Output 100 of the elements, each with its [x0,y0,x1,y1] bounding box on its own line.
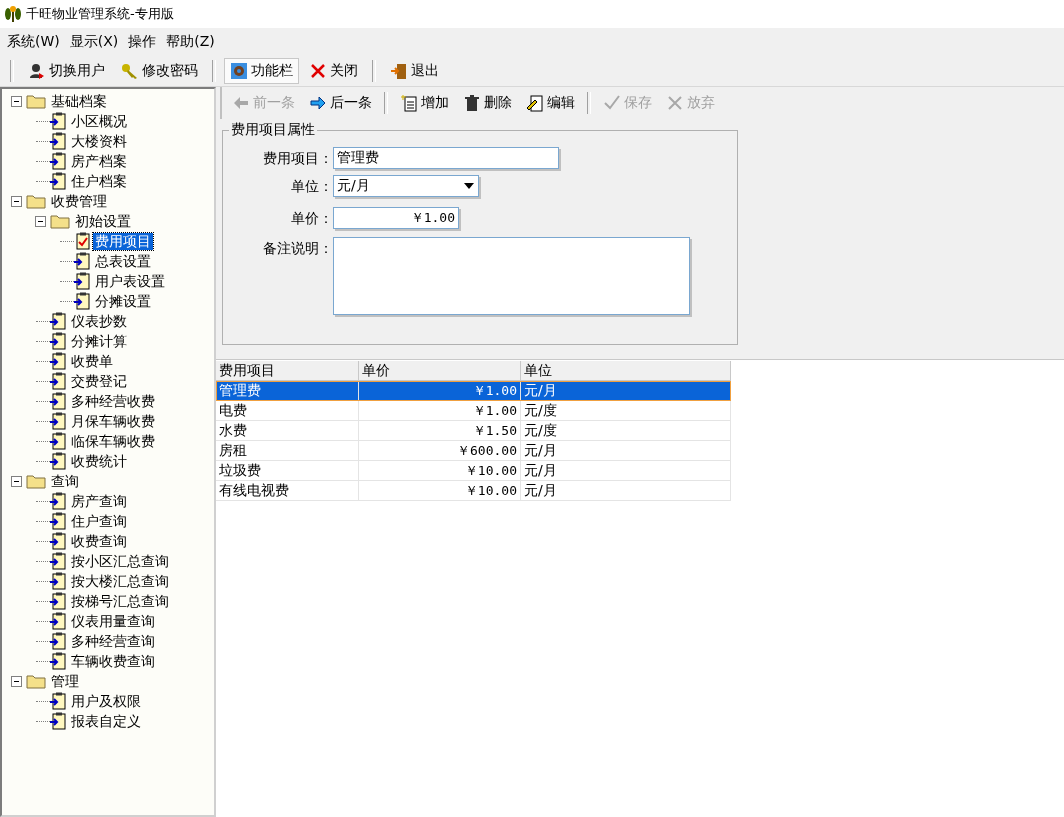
toolbar-button[interactable]: 修改密码 [115,58,204,84]
toolbar-button[interactable]: 切换用户 [22,58,111,84]
tree-item[interactable]: 基础档案 [49,92,109,110]
check-icon [603,94,621,112]
clipboard-icon [50,332,66,350]
tree-item[interactable]: 仪表抄数 [69,312,129,330]
close-icon [309,62,327,80]
toolbar-button[interactable]: 功能栏 [224,58,299,84]
clipboard-icon [50,612,66,630]
table-row[interactable]: 有线电视费 ￥10.00 元/月 [216,481,731,501]
clipboard-icon [50,392,66,410]
tree-item[interactable]: 房产查询 [69,492,129,510]
tree-item[interactable]: 住户查询 [69,512,129,530]
action-button[interactable]: 后一条 [303,90,378,116]
collapse-toggle[interactable] [10,675,22,687]
tree-item[interactable]: 初始设置 [73,212,133,230]
clipboard-icon [50,372,66,390]
tree-item[interactable]: 按梯号汇总查询 [69,592,171,610]
tree-item[interactable]: 小区概况 [69,112,129,130]
tree-item[interactable]: 车辆收费查询 [69,652,157,670]
column-header[interactable]: 单价 [359,361,521,381]
tree-item[interactable]: 收费单 [69,352,115,370]
user-icon [28,62,46,80]
plant-logo-icon [4,5,22,23]
clipboard-icon [50,592,66,610]
tree-item[interactable]: 交费登记 [69,372,129,390]
action-button[interactable]: 增加 [394,90,455,116]
tree-item[interactable]: 总表设置 [93,252,153,270]
clipboard-icon [50,692,66,710]
tree-item[interactable]: 分摊设置 [93,292,153,310]
clipboard-icon [50,352,66,370]
tree-item[interactable]: 大楼资料 [69,132,129,150]
folder-icon [50,213,70,229]
collapse-toggle[interactable] [10,475,22,487]
menu-item[interactable]: 系统(W) [4,33,67,51]
tree-item[interactable]: 用户表设置 [93,272,167,290]
tree-item[interactable]: 按大楼汇总查询 [69,572,171,590]
memo-field[interactable] [333,237,690,315]
table-row[interactable]: 管理费 ￥1.00 元/月 [216,381,731,401]
trash-icon [463,94,481,112]
clipboard-icon [50,432,66,450]
column-header[interactable]: 单位 [521,361,731,381]
column-header[interactable]: 费用项目 [216,361,359,381]
tree-item[interactable]: 月保车辆收费 [69,412,157,430]
tree-item[interactable]: 多种经营查询 [69,632,157,650]
tree-item[interactable]: 临保车辆收费 [69,432,157,450]
collapse-toggle[interactable] [10,195,22,207]
menu-item[interactable]: 显示(X) [66,33,126,51]
key-icon [121,62,139,80]
clipboard-icon [50,712,66,730]
clipboard-icon [50,632,66,650]
door-icon [390,62,408,80]
tree-item[interactable]: 分摊计算 [69,332,129,350]
window-title: 千旺物业管理系统-专用版 [26,5,174,23]
collapse-toggle[interactable] [34,215,46,227]
table-cell: ￥10.00 [359,481,521,501]
tree-item[interactable]: 仪表用量查询 [69,612,157,630]
clipboard-icon [50,132,66,150]
collapse-toggle[interactable] [10,95,22,107]
clipboard-icon [50,172,66,190]
edit-document-icon [526,94,544,112]
clipboard-icon [50,512,66,530]
table-row[interactable]: 电费 ￥1.00 元/度 [216,401,731,421]
tree-item[interactable]: 收费管理 [49,192,109,210]
tree-item[interactable]: 费用项目 [93,232,153,250]
field-label: 单位： [290,177,333,196]
clipboard-icon [50,492,66,510]
clipboard-icon [74,252,90,270]
folder-icon [26,93,46,109]
tree-item[interactable]: 报表自定义 [69,712,143,730]
tree-item[interactable]: 房产档案 [69,152,129,170]
input-field[interactable]: 管理费 [333,147,559,169]
tree-item[interactable]: 按小区汇总查询 [69,552,171,570]
tree-item[interactable]: 收费查询 [69,532,129,550]
tree-item[interactable]: 用户及权限 [69,692,143,710]
action-button[interactable]: 删除 [457,90,518,116]
clipboard-icon [50,152,66,170]
toolbar-button[interactable]: 关闭 [303,58,364,84]
clipboard-icon [50,112,66,130]
tree-item[interactable]: 收费统计 [69,452,129,470]
toolbar-button[interactable]: 退出 [384,58,445,84]
right-arrow-icon [309,94,327,112]
menu-item[interactable]: 操作 [125,33,164,51]
dropdown[interactable]: 元/月 [333,175,479,197]
tree-item[interactable]: 住户档案 [69,172,129,190]
table-row[interactable]: 房租 ￥600.00 元/月 [216,441,731,461]
table-row[interactable]: 水费 ￥1.50 元/度 [216,421,731,441]
cancel-icon [666,94,684,112]
clipboard-icon [74,272,90,290]
menu-item[interactable]: 帮助(Z) [163,33,222,51]
clipboard-icon [50,412,66,430]
field-label: 备注说明： [262,239,333,258]
input-field[interactable]: ￥1.00 [333,207,459,229]
folder-icon [26,193,46,209]
tree-item[interactable]: 多种经营收费 [69,392,157,410]
action-button[interactable]: 编辑 [520,90,581,116]
tree-item[interactable]: 查询 [49,472,81,490]
table-row[interactable]: 垃圾费 ￥10.00 元/月 [216,461,731,481]
clipboard-icon [74,292,90,310]
tree-item[interactable]: 管理 [49,672,81,690]
